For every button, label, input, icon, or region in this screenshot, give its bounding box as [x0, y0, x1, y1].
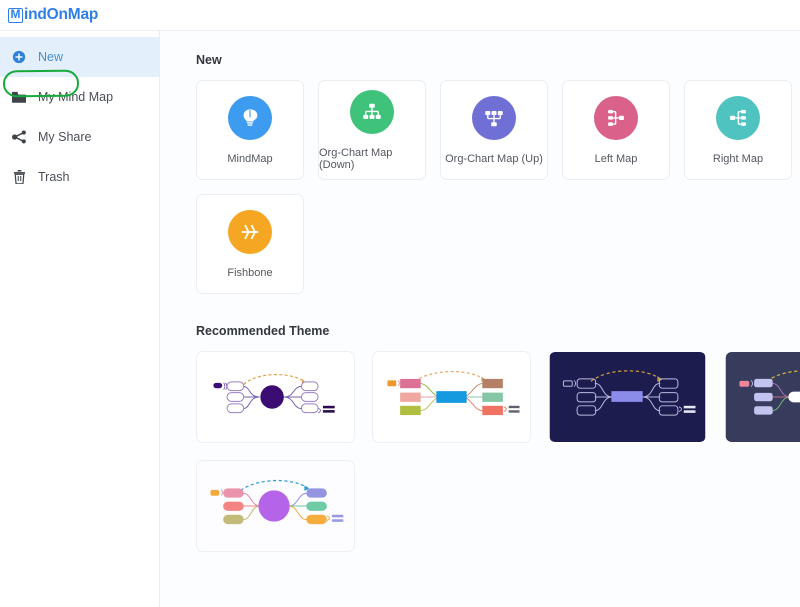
map-type-label: Right Map [712, 152, 764, 165]
theme-preview [725, 352, 800, 442]
sidebar-item-my-mind-map-label: My Mind Map [38, 90, 114, 104]
theme-preview [373, 352, 530, 442]
map-type-label: MindMap [227, 152, 273, 165]
map-type-label: Fishbone [227, 266, 273, 279]
right-map-icon [716, 95, 760, 140]
map-type-card-org-chart-up[interactable]: Org-Chart Map (Up) [440, 80, 548, 180]
trash-icon [8, 170, 30, 184]
share-icon [8, 130, 30, 144]
map-type-label: Left Map [594, 152, 638, 165]
map-type-label: Org-Chart Map (Up) [445, 152, 543, 165]
logo-text: indOnMap [24, 6, 99, 23]
map-type-grid: MindMap Org-Chart Map (Down) Org-Chart M… [196, 80, 800, 294]
top-bar: M indOnMap [0, 0, 800, 31]
left-map-icon [594, 95, 638, 140]
app-logo[interactable]: M indOnMap [8, 6, 98, 24]
folder-icon [8, 91, 30, 104]
plus-circle-icon [8, 50, 30, 64]
org-chart-up-icon [472, 95, 516, 140]
sidebar-item-my-mind-map[interactable]: My Mind Map [0, 77, 159, 117]
theme-preview [197, 352, 354, 442]
body-wrapper: New My Mind Map My Share Trash New MindM… [0, 31, 800, 607]
sidebar-item-trash-label: Trash [38, 170, 70, 184]
sidebar-item-new-label: New [38, 50, 64, 64]
map-type-card-mindmap[interactable]: MindMap [196, 80, 304, 180]
theme-card-violet-outline[interactable] [196, 351, 355, 443]
fishbone-icon [228, 209, 272, 254]
sidebar-item-my-share[interactable]: My Share [0, 117, 159, 157]
map-type-card-left-map[interactable]: Left Map [562, 80, 670, 180]
theme-grid [196, 351, 800, 552]
theme-card-dark-navy[interactable] [548, 351, 707, 443]
map-type-card-right-map[interactable]: Right Map [684, 80, 792, 180]
new-section-title: New [196, 53, 222, 67]
map-type-card-org-chart-down[interactable]: Org-Chart Map (Down) [318, 80, 426, 180]
theme-card-pastel-circle[interactable] [196, 460, 355, 552]
theme-preview [549, 352, 706, 442]
sidebar-item-trash[interactable]: Trash [0, 157, 159, 197]
theme-card-colorful-blocks[interactable] [372, 351, 531, 443]
map-type-label: Org-Chart Map (Down) [319, 146, 393, 171]
sidebar-item-new[interactable]: New [0, 37, 159, 77]
org-chart-down-icon [350, 89, 394, 134]
theme-preview [197, 461, 354, 551]
logo-badge-icon: M [8, 7, 23, 23]
main-content: New MindMap Org-Chart Map (Down) Org-Cha… [160, 31, 800, 607]
theme-section-title: Recommended Theme [196, 324, 330, 338]
lightbulb-icon [228, 95, 272, 140]
sidebar: New My Mind Map My Share Trash [0, 31, 160, 607]
app-root: M indOnMap New My Mind Map My Share Tras… [0, 0, 800, 607]
sidebar-item-my-share-label: My Share [38, 130, 92, 144]
theme-card-dark-slate[interactable] [724, 351, 800, 443]
map-type-card-fishbone[interactable]: Fishbone [196, 194, 304, 294]
